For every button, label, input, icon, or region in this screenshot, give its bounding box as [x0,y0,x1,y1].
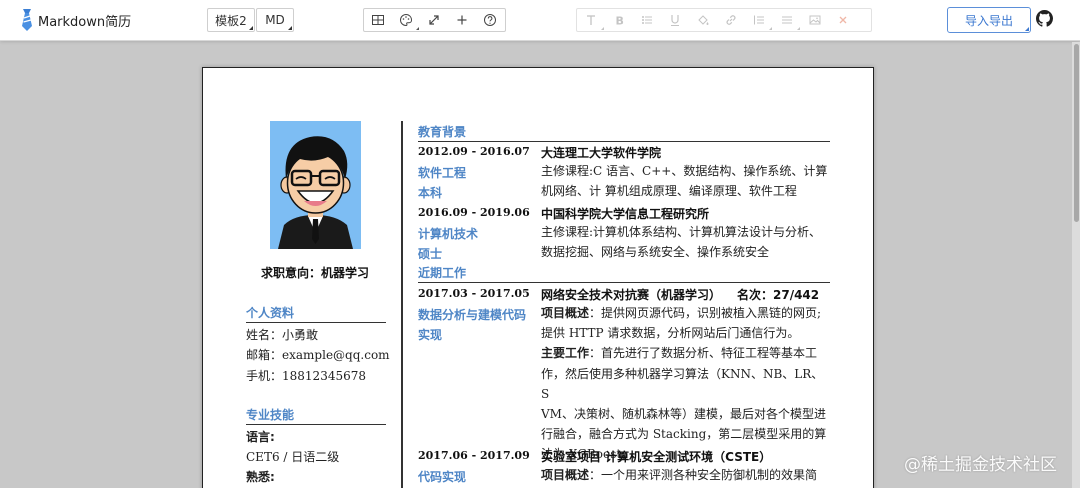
watermark: @稀土掘金技术社区 [904,455,1057,475]
palette-icon[interactable] [392,9,420,31]
work-heading: 近期工作 [418,264,830,283]
work-date: 2017.06 - 2017.09 [418,449,530,462]
profile-email-label: 邮箱： [246,348,283,362]
brand[interactable]: Markdown简历 [20,8,131,32]
overview-label: 项目概述 [541,468,590,482]
dropdown-corner-icon [1025,27,1029,31]
education-heading: 教育背景 [418,123,830,142]
edu-courses: 主修课程:C 语言、C++、数据结构、操作系统、计算 机网络、计 算机组成原理、… [541,161,829,201]
scrollbar-thumb[interactable] [1074,44,1079,222]
main-work-label: 主要工作 [541,346,590,361]
work-description: 项目概述：提供网页源代码，识别被植入黑链的网页; 提供 HTTP 请求数据，分析… [541,303,829,465]
profile-phone-label: 手机： [246,369,283,383]
work-description: 项目概述：一个用来评测各种安全防御机制的效果简 [541,465,829,485]
template-select[interactable]: 模板2 [207,8,255,32]
work-role: 数据分析与建模代码 [418,308,527,322]
skills-language-label: 语言: [246,430,275,444]
color-fill-icon[interactable] [689,9,717,31]
edu-courses-line: 主修课程:C 语言、C++、数据结构、操作系统、计算 [541,164,828,178]
profile-email: example@qq.com [282,348,390,362]
work-project: 实验室项目 计算机安全测试环境（CSTE） [541,450,772,464]
edu-major: 软件工程 [418,166,467,180]
skills-language-value: CET6 / 日语二级 [246,450,340,464]
app-name: Markdown简历 [38,14,132,30]
work-project: 网络安全技术对抗赛（机器学习） [541,288,722,302]
template-label: 模板2 [215,13,247,28]
overview-text: ：一个用来评测各种安全防御机制的效果简 [589,468,818,482]
profile-phone-row: 手机：18812345678 [246,367,366,384]
export-label: 导入导出 [964,13,1013,28]
tie-logo-icon [22,9,32,31]
work-desc-line: 作，然后使用多种机器学习算法（KNN、NB、LR、S [541,366,824,401]
skills-heading: 专业技能 [246,406,386,425]
dropdown-corner-icon [249,26,253,30]
ordered-list-icon[interactable] [745,9,773,31]
export-button[interactable]: 导入导出 [947,7,1031,33]
edu-date: 2012.09 - 2016.07 [418,145,530,158]
edu-courses-line: 数据挖掘、网络与系统安全、操作系统安全 [541,245,770,260]
view-tools [363,8,506,32]
top-toolbar: Markdown简历 模板2 MD B 导入导出 [0,0,1080,41]
profile-email-row: 邮箱：example@qq.com [246,346,390,363]
avatar [270,121,361,249]
work-desc-line: 提供 HTTP 请求数据，分析网站后门通信行为。 [541,326,800,341]
work-desc-line: VM、决策树、随机森林等）建模，最后对各个模型进 [541,407,826,422]
dropdown-corner-icon [416,27,419,30]
edu-school: 大连理工大学软件学院 [541,146,662,160]
mode-select[interactable]: MD [256,8,294,32]
image-icon[interactable] [801,9,829,31]
work-desc-line: 项目概述：一个用来评测各种安全防御机制的效果简 [541,465,829,485]
svg-text:B: B [616,15,624,28]
plus-icon[interactable] [448,9,476,31]
dropdown-corner-icon [769,27,772,30]
overview-label: 项目概述 [541,306,590,320]
work-role: 代码实现 [418,470,467,484]
edu-date: 2016.09 - 2019.06 [418,206,530,219]
work-role: 实现 [418,328,443,342]
edu-major: 计算机技术 [418,227,479,241]
table-icon[interactable] [364,9,392,31]
clear-icon[interactable] [829,9,857,31]
work-date: 2017.03 - 2017.05 [418,287,530,300]
link-icon[interactable] [717,9,745,31]
align-icon[interactable] [773,9,801,31]
edu-degree: 本科 [418,186,443,200]
dropdown-corner-icon [601,27,604,30]
profile-heading: 个人资料 [246,304,386,323]
work-desc-line: 主要工作：首先进行了数据分析、特征工程等基本工 [541,343,829,363]
column-divider [401,121,403,488]
edu-courses-line: 机网络、计 算机组成原理、编译原理、软件工程 [541,184,797,199]
edu-courses-line: 主修课程:计算机体系结构、计算机算法设计与分析、 [541,225,822,239]
edu-school: 中国科学院大学信息工程研究所 [541,207,710,221]
dropdown-corner-icon [797,27,800,30]
mode-label: MD [265,13,285,27]
list-icon[interactable] [633,9,661,31]
underline-icon[interactable] [661,9,689,31]
github-icon[interactable] [1036,10,1053,27]
expand-icon[interactable] [420,9,448,31]
help-icon[interactable] [476,9,504,31]
job-intent: 求职意向：机器学习 [260,266,369,280]
work-rank: 名次：27/442 [737,288,820,302]
edu-courses: 主修课程:计算机体系结构、计算机算法设计与分析、 数据挖掘、网络与系统安全、操作… [541,222,829,262]
edu-degree: 硕士 [418,247,443,261]
profile-phone: 18812345678 [282,369,366,383]
work-desc-line: 项目概述：提供网页源代码，识别被植入黑链的网页; [541,303,829,323]
resume-page: 求职意向：机器学习 个人资料 姓名：小勇敢 邮箱：example@qq.com … [202,67,874,488]
bold-icon[interactable]: B [605,9,633,31]
overview-text: ：提供网页源代码，识别被植入黑链的网页; [589,306,822,320]
work-desc-line: 行融合，融合方式为 Stacking，第二层模型采用的算 [541,427,827,442]
profile-name: 姓名：小勇敢 [246,328,319,342]
format-tools: B [576,8,872,32]
dropdown-corner-icon [288,26,292,30]
main-work-text: ：首先进行了数据分析、特征工程等基本工 [589,346,818,361]
text-icon[interactable] [577,9,605,31]
skills-familiar-label: 熟悉: [246,470,275,484]
